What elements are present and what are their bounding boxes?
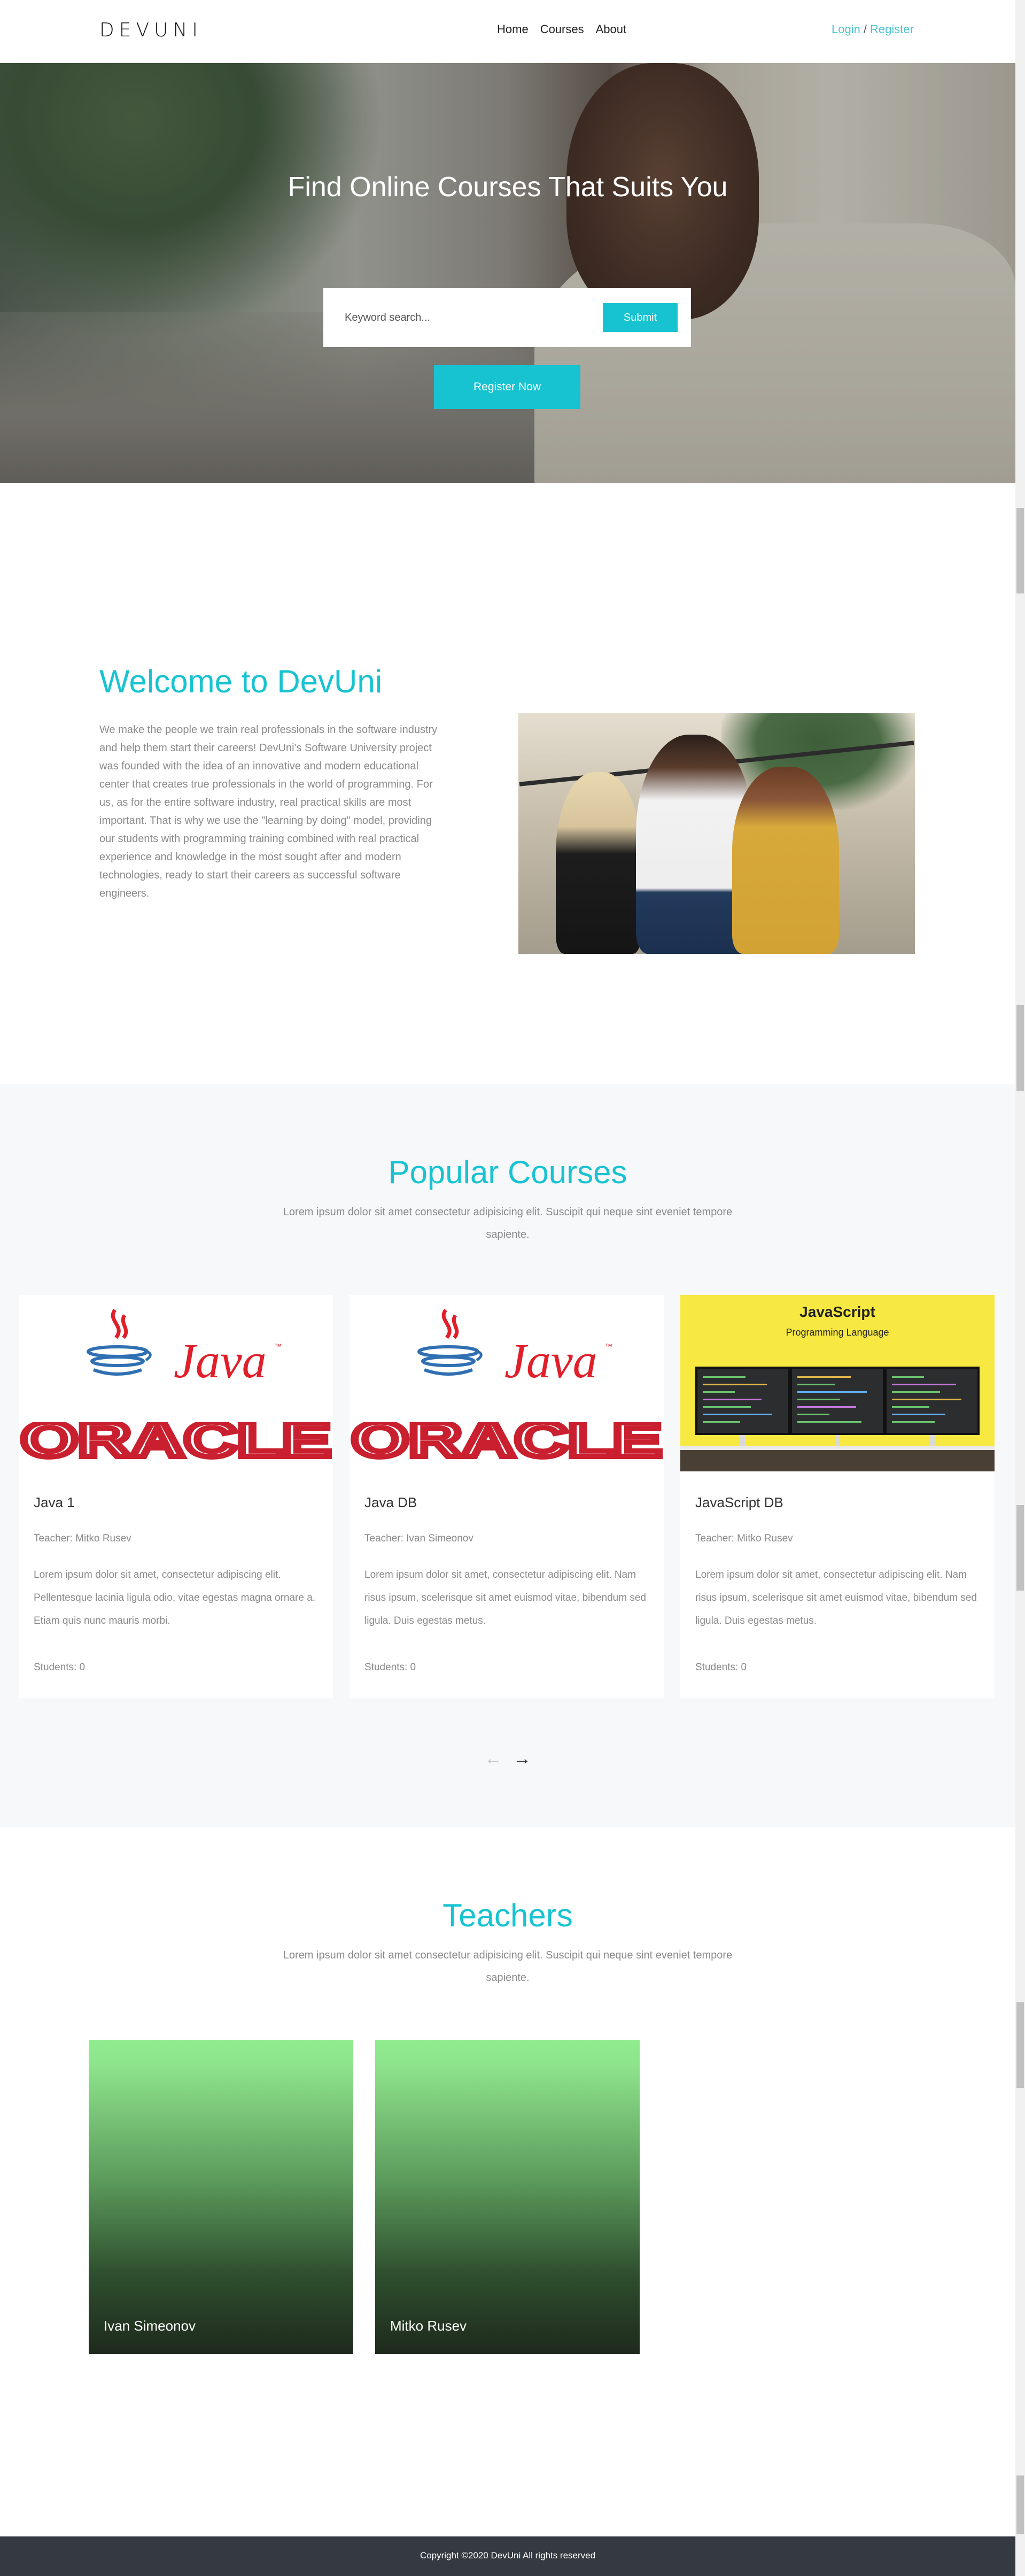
- page-scrollbar[interactable]: [1015, 0, 1025, 2576]
- popular-courses-title: Popular Courses: [388, 1154, 627, 1190]
- hero-banner: [0, 63, 1015, 483]
- course-students: Students: 0: [34, 1662, 86, 1673]
- submit-button[interactable]: Submit: [603, 303, 678, 332]
- java-logo-text: Java: [174, 1333, 267, 1388]
- monitor-graphic: [884, 1367, 980, 1435]
- java-logo-text: Java: [504, 1333, 597, 1388]
- footer-copyright: Copyright ©2020 DevUni All rights reserv…: [420, 2550, 596, 2560]
- scrollbar-thumb[interactable]: [1016, 2002, 1024, 2088]
- oracle-logo: ORACLE: [19, 1422, 333, 1461]
- hero-overlay: [0, 63, 1015, 483]
- teacher-name: Mitko Rusev: [390, 2318, 467, 2334]
- welcome-text: We make the people we train real profess…: [99, 724, 438, 899]
- photo-person-right: [732, 767, 839, 954]
- login-link[interactable]: Login: [832, 22, 860, 36]
- course-image[interactable]: Java ™ ORACLE: [350, 1295, 664, 1471]
- course-description: Lorem ipsum dolor sit amet, consectetur …: [34, 1569, 316, 1626]
- javascript-image-title: JavaScript: [799, 1304, 875, 1320]
- course-students: Students: 0: [364, 1662, 416, 1673]
- course-card[interactable]: Java ™ ORACLE Java 1 Teacher: Mitko Ruse…: [19, 1295, 333, 1698]
- oracle-logo-text: ORACLE: [352, 1422, 662, 1461]
- carousel-next-arrow-icon[interactable]: →: [513, 1748, 531, 1769]
- photo-person-left: [556, 772, 641, 954]
- course-students: Students: 0: [695, 1662, 747, 1673]
- course-name[interactable]: JavaScript DB: [695, 1494, 783, 1511]
- teacher-name: Ivan Simeonov: [104, 2318, 196, 2334]
- course-image[interactable]: Java ™ ORACLE: [19, 1295, 333, 1471]
- oracle-logo: ORACLE: [350, 1422, 664, 1461]
- java-trademark: ™: [605, 1342, 612, 1351]
- teacher-card[interactable]: Mitko Rusev: [375, 2040, 640, 2354]
- java-cup-icon: [87, 1308, 152, 1376]
- auth-links: Login / Register: [832, 22, 914, 36]
- desk-graphic: [680, 1450, 995, 1471]
- navbar: DEVUNI Home Courses About Login / Register: [0, 0, 1015, 63]
- auth-separator: /: [863, 22, 867, 36]
- scrollbar-thumb[interactable]: [1016, 1005, 1024, 1091]
- welcome-photo: [518, 713, 915, 954]
- course-description: Lorem ipsum dolor sit amet, consectetur …: [695, 1569, 977, 1626]
- course-teacher: Teacher: Ivan Simeonov: [364, 1533, 473, 1544]
- nav-links: Home Courses About: [497, 22, 626, 36]
- javascript-image-subtitle: Programming Language: [786, 1327, 889, 1338]
- scrollbar-thumb[interactable]: [1016, 2475, 1024, 2534]
- course-card[interactable]: JavaScript Programming Language JavaScri…: [680, 1295, 995, 1698]
- course-description: Lorem ipsum dolor sit amet, consectetur …: [364, 1569, 646, 1626]
- teachers-subtitle: Lorem ipsum dolor sit amet consectetur a…: [283, 1949, 733, 1984]
- course-card[interactable]: Java ™ ORACLE Java DB Teacher: Ivan Sime…: [350, 1295, 664, 1698]
- teachers-title: Teachers: [442, 1898, 573, 1933]
- register-now-button[interactable]: Register Now: [434, 365, 580, 409]
- nav-courses-link[interactable]: Courses: [540, 22, 584, 36]
- nav-home-link[interactable]: Home: [497, 22, 529, 36]
- oracle-logo-text: ORACLE: [21, 1422, 331, 1461]
- carousel-prev-arrow-icon[interactable]: ←: [484, 1748, 502, 1769]
- search-box: Submit: [323, 288, 691, 347]
- course-name[interactable]: Java DB: [364, 1494, 417, 1511]
- course-teacher: Teacher: Mitko Rusev: [695, 1533, 793, 1544]
- course-teacher: Teacher: Mitko Rusev: [34, 1533, 131, 1544]
- search-input[interactable]: [345, 304, 574, 331]
- popular-courses-subtitle: Lorem ipsum dolor sit amet consectetur a…: [283, 1206, 733, 1240]
- monitor-graphic: [695, 1367, 790, 1435]
- scrollbar-thumb[interactable]: [1016, 1505, 1024, 1591]
- nav-about-link[interactable]: About: [596, 22, 627, 36]
- monitor-graphic: [790, 1367, 885, 1435]
- footer: Copyright ©2020 DevUni All rights reserv…: [0, 2536, 1015, 2576]
- register-link[interactable]: Register: [870, 22, 914, 36]
- teacher-card[interactable]: Ivan Simeonov: [89, 2040, 353, 2354]
- java-cup-icon: [417, 1308, 483, 1376]
- java-trademark: ™: [274, 1342, 282, 1351]
- brand-logo[interactable]: DEVUNI: [99, 19, 203, 41]
- scrollbar-thumb[interactable]: [1016, 508, 1024, 593]
- hero-title: Find Online Courses That Suits You: [288, 172, 728, 203]
- course-name[interactable]: Java 1: [34, 1494, 75, 1511]
- welcome-title: Welcome to DevUni: [99, 664, 383, 699]
- course-image[interactable]: JavaScript Programming Language: [680, 1295, 995, 1471]
